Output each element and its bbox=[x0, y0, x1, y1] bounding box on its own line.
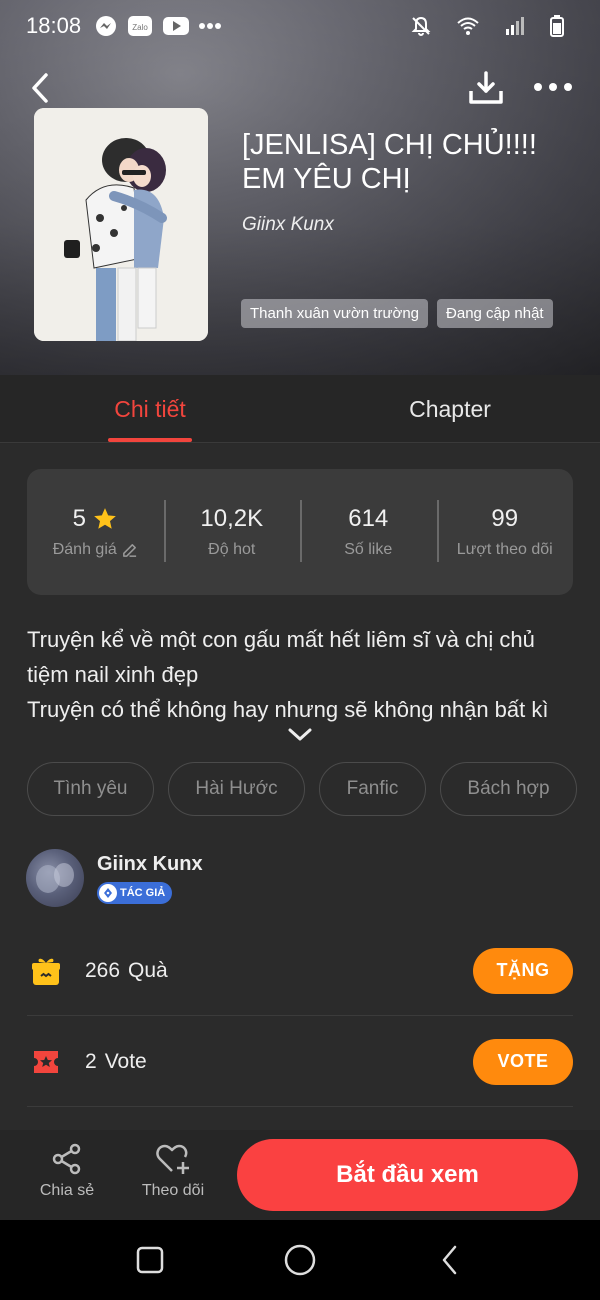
badge-label: TÁC GIẢ bbox=[120, 887, 166, 899]
bottom-action-bar: Chia sẻ Theo dõi Bắt đầu xem bbox=[0, 1130, 600, 1220]
stats-card: 5 Đánh giá 10,2K Độ hot 614 Số like 99 L… bbox=[27, 469, 573, 595]
edit-pencil-icon bbox=[122, 543, 136, 557]
battery-icon bbox=[550, 15, 564, 37]
gift-row: 266 Quà TẶNG bbox=[27, 926, 573, 1016]
expand-description-button[interactable] bbox=[286, 726, 314, 744]
vote-label: Vote bbox=[104, 1049, 147, 1073]
hot-value: 10,2K bbox=[200, 505, 264, 532]
follow-button[interactable]: Theo dõi bbox=[128, 1142, 218, 1200]
story-header: 18:08 Zalo [JENLISA] CHỊ CHỦ!!!! EM YÊU … bbox=[0, 0, 600, 375]
genre-chip[interactable]: Fanfic bbox=[319, 762, 426, 816]
wifi-icon bbox=[456, 16, 480, 36]
system-nav-bar bbox=[0, 1220, 600, 1300]
vote-row: 2 Vote VOTE bbox=[27, 1017, 573, 1107]
tag-status: Đang cập nhật bbox=[437, 299, 553, 328]
vote-ticket-icon bbox=[27, 1043, 65, 1081]
messenger-icon bbox=[95, 15, 117, 37]
status-time: 18:08 bbox=[26, 13, 82, 38]
author-card[interactable]: Giinx Kunx TÁC GIẢ bbox=[26, 849, 576, 907]
recent-apps-icon bbox=[136, 1246, 164, 1274]
gift-icon bbox=[27, 952, 65, 990]
vote-button[interactable]: VOTE bbox=[473, 1038, 573, 1085]
rating-label: Đánh giá bbox=[52, 541, 117, 558]
followers-label: Lượt theo dõi bbox=[456, 541, 553, 558]
likes-value: 614 bbox=[348, 505, 389, 532]
story-title: [JENLISA] CHỊ CHỦ!!!! EM YÊU CHỊ bbox=[242, 129, 537, 195]
hot-label: Độ hot bbox=[208, 541, 256, 558]
star-icon bbox=[94, 508, 116, 529]
share-icon bbox=[52, 1143, 81, 1175]
share-label: Chia sẻ bbox=[39, 1182, 95, 1199]
stat-likes: 614 Số like bbox=[300, 500, 437, 562]
svg-text:Zalo: Zalo bbox=[132, 23, 148, 32]
rating-value: 5 bbox=[72, 505, 86, 532]
description-line-2: Truyện có thể không hay nhưng sẽ không n… bbox=[27, 697, 549, 722]
vote-count: 2 bbox=[85, 1049, 97, 1073]
home-button[interactable] bbox=[280, 1242, 320, 1278]
tab-details[interactable]: Chi tiết bbox=[100, 375, 200, 443]
start-reading-button[interactable]: Bắt đầu xem bbox=[237, 1139, 578, 1211]
likes-label: Số like bbox=[344, 541, 393, 558]
signal-icon bbox=[504, 16, 526, 36]
tab-bar: Chi tiết Chapter bbox=[0, 375, 600, 443]
download-icon bbox=[469, 71, 503, 104]
story-author[interactable]: Giinx Kunx bbox=[242, 214, 334, 236]
follow-label: Theo dõi bbox=[141, 1182, 205, 1199]
home-circle-icon bbox=[284, 1244, 316, 1276]
tag-school: Thanh xuân vườn trường bbox=[241, 299, 429, 328]
back-button[interactable] bbox=[22, 68, 58, 108]
pen-nib-icon bbox=[99, 884, 117, 902]
avatar[interactable] bbox=[26, 849, 84, 907]
tab-chapter[interactable]: Chapter bbox=[390, 375, 510, 443]
more-horizontal-icon bbox=[534, 83, 572, 91]
stat-followers: 99 Lượt theo dõi bbox=[436, 500, 574, 562]
genre-list: Tình yêu Hài Hước Fanfic Bách hợp bbox=[27, 762, 577, 816]
stat-hot: 10,2K Độ hot bbox=[163, 500, 301, 562]
recent-apps-button[interactable] bbox=[130, 1242, 170, 1278]
gift-label: Quà bbox=[128, 958, 168, 982]
more-dots-icon bbox=[199, 22, 222, 30]
chevron-down-icon bbox=[288, 728, 312, 741]
system-back-button[interactable] bbox=[430, 1242, 470, 1278]
top-bar bbox=[0, 66, 600, 110]
author-role-badge: TÁC GIẢ bbox=[97, 882, 173, 904]
back-arrow-icon bbox=[442, 1245, 457, 1275]
gift-count: 266 bbox=[85, 958, 121, 982]
description-line-1: Truyện kể về một con gấu mất hết liêm sĩ… bbox=[27, 627, 535, 687]
story-tags: Thanh xuân vườn trường Đang cập nhật bbox=[241, 299, 553, 328]
youtube-icon bbox=[163, 16, 190, 36]
story-description[interactable]: Truyện kể về một con gấu mất hết liêm sĩ… bbox=[27, 622, 577, 727]
details-panel: 5 Đánh giá 10,2K Độ hot 614 Số like 99 L… bbox=[0, 444, 600, 1134]
followers-value: 99 bbox=[491, 505, 519, 532]
story-cover-image[interactable] bbox=[34, 108, 208, 341]
give-gift-button[interactable]: TẶNG bbox=[473, 947, 573, 994]
more-options-button[interactable] bbox=[530, 72, 576, 102]
heart-plus-icon bbox=[156, 1144, 189, 1174]
stat-rating[interactable]: 5 Đánh giá bbox=[27, 502, 164, 562]
share-button[interactable]: Chia sẻ bbox=[22, 1142, 112, 1200]
genre-chip[interactable]: Hài Hước bbox=[168, 762, 305, 816]
author-name: Giinx Kunx bbox=[97, 853, 203, 875]
chevron-left-icon bbox=[32, 73, 48, 103]
mute-bell-icon bbox=[410, 15, 432, 37]
genre-chip[interactable]: Tình yêu bbox=[27, 762, 154, 816]
status-bar: 18:08 Zalo bbox=[0, 0, 600, 52]
zalo-icon: Zalo bbox=[127, 15, 153, 37]
genre-chip[interactable]: Bách hợp bbox=[440, 762, 577, 816]
download-button[interactable] bbox=[466, 66, 506, 110]
